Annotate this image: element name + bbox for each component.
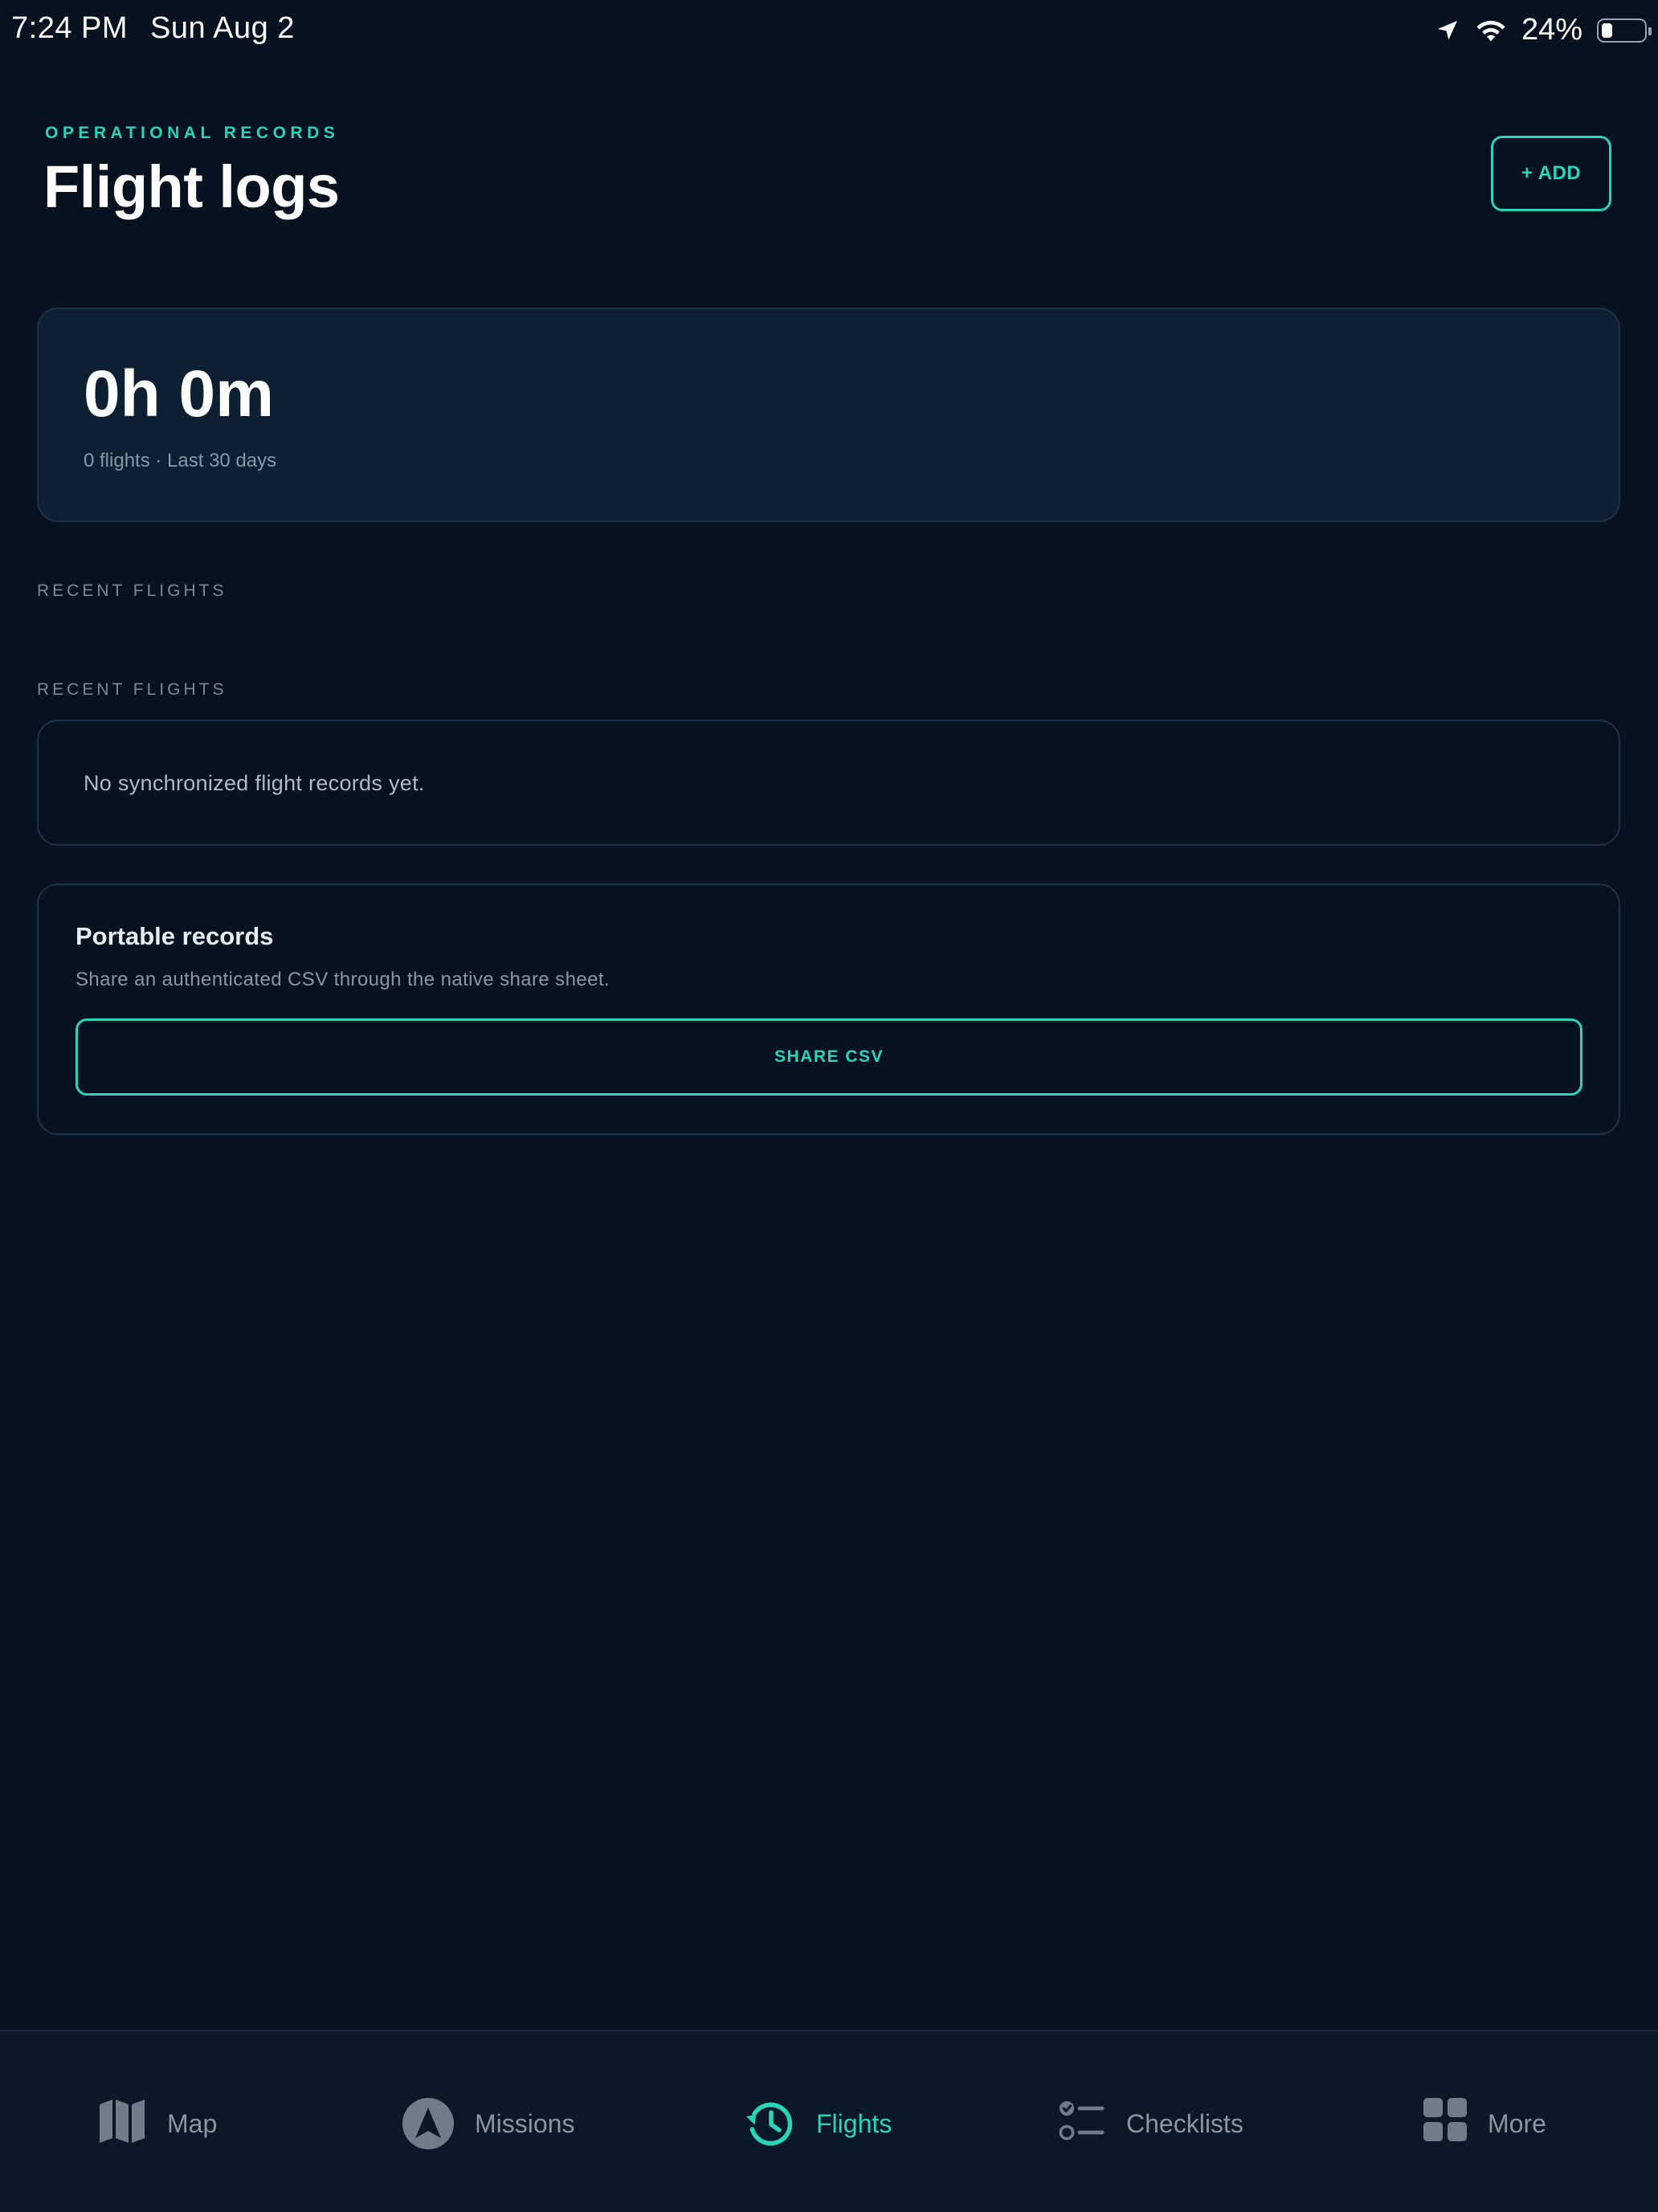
add-flight-button[interactable]: + ADD xyxy=(1491,136,1611,211)
status-bar-time: 7:24 PM Sun Aug 2 xyxy=(11,11,295,46)
flight-time-summary-card xyxy=(37,308,1620,522)
recent-flights-label: RECENT FLIGHTS xyxy=(37,582,227,600)
tab-label-flights: Flights xyxy=(816,2109,892,2138)
grid-icon xyxy=(1423,2098,1467,2141)
location-arrow-icon xyxy=(1437,20,1457,39)
summary-subtitle: 0 flights · Last 30 days xyxy=(84,450,277,471)
empty-state-message: No synchronized flight records yet. xyxy=(84,771,425,795)
tab-more[interactable]: More xyxy=(1423,2098,1546,2154)
tab-map[interactable]: Map xyxy=(98,2098,217,2154)
portable-records-title: Portable records xyxy=(76,922,274,950)
status-time: 7:24 PM xyxy=(11,11,129,45)
status-date: Sun Aug 2 xyxy=(150,11,295,45)
battery-fill xyxy=(1602,22,1612,38)
battery-percent: 24% xyxy=(1521,13,1582,47)
tab-label-checklists: Checklists xyxy=(1126,2109,1244,2138)
recent-flights-label-secondary: RECENT FLIGHTS xyxy=(37,680,227,699)
status-bar-right: 24% xyxy=(1435,13,1652,47)
portable-records-description: Share an authenticated CSV through the n… xyxy=(76,969,610,990)
tab-flights[interactable]: Flights xyxy=(744,2098,892,2154)
navigation-arrow-icon xyxy=(402,2098,454,2149)
section-eyebrow: OPERATIONAL RECORDS xyxy=(45,124,340,142)
tab-missions[interactable]: Missions xyxy=(402,2098,574,2154)
wifi-icon xyxy=(1476,20,1505,41)
battery-icon xyxy=(1597,18,1652,43)
share-csv-button[interactable]: SHARE CSV xyxy=(76,1018,1582,1096)
portable-records-card xyxy=(37,884,1620,1135)
tab-label-missions: Missions xyxy=(475,2109,575,2138)
checklist-icon xyxy=(1059,2101,1105,2141)
tab-label-more: More xyxy=(1488,2109,1546,2138)
total-flight-time: 0h 0m xyxy=(84,357,274,431)
page-title: Flight logs xyxy=(43,153,340,220)
history-icon xyxy=(746,2102,793,2146)
map-icon xyxy=(100,2100,145,2143)
tab-label-map: Map xyxy=(167,2109,218,2138)
tab-checklists[interactable]: Checklists xyxy=(1059,2098,1244,2154)
